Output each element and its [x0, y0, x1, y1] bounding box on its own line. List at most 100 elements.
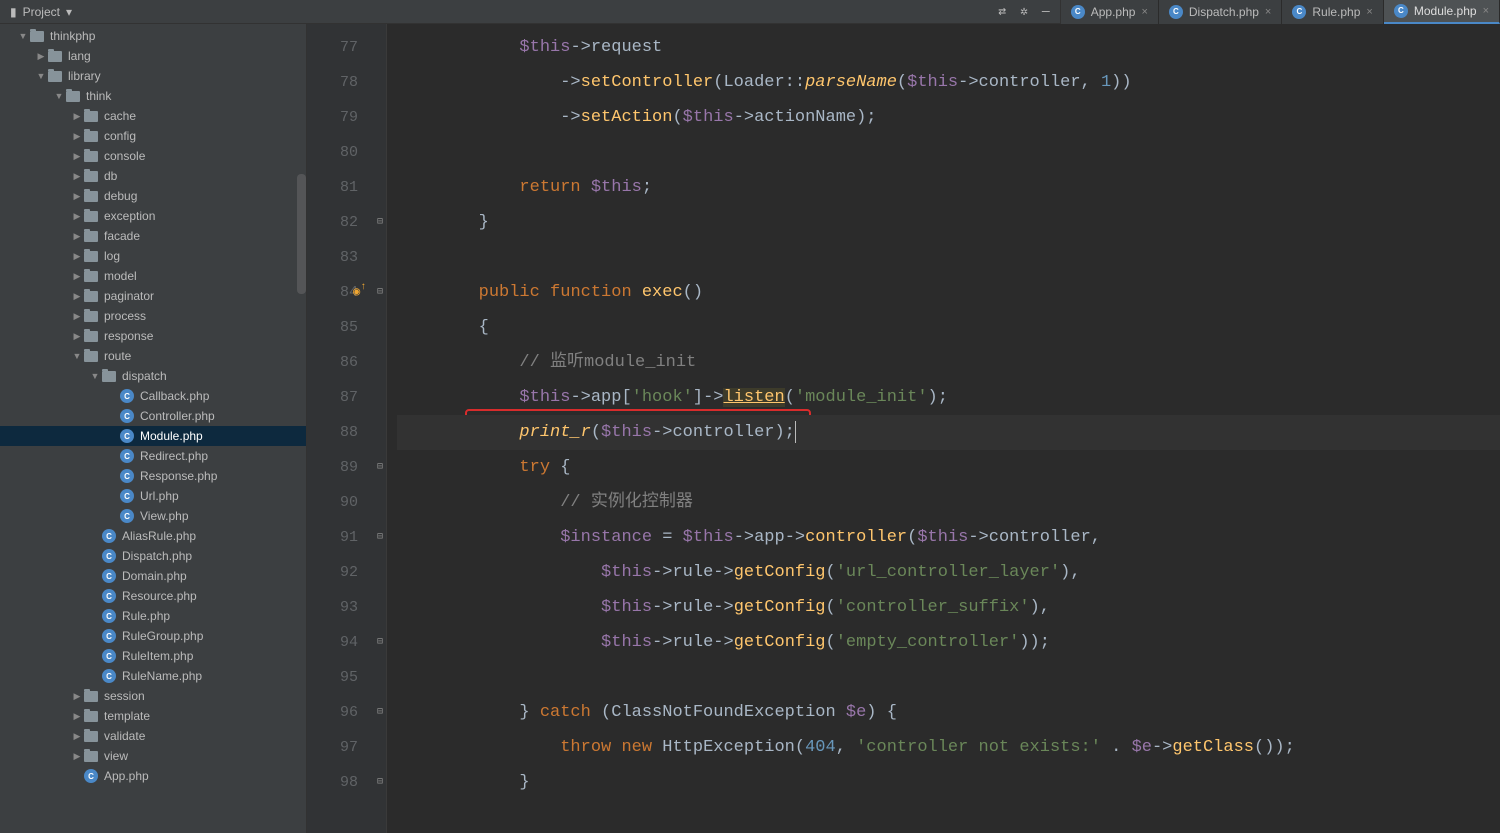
code-line[interactable]: return $this; [397, 170, 1500, 205]
code-line[interactable] [397, 135, 1500, 170]
folder-process[interactable]: ▶process [0, 306, 306, 326]
code-line[interactable]: } [397, 765, 1500, 800]
tree-arrow[interactable]: ▶ [72, 691, 82, 702]
tree-arrow[interactable]: ▼ [36, 71, 46, 81]
tree-arrow[interactable]: ▶ [72, 151, 82, 162]
code-line[interactable]: $this->rule->getConfig('controller_suffi… [397, 590, 1500, 625]
file-response-php[interactable]: CResponse.php [0, 466, 306, 486]
file-ruleitem-php[interactable]: CRuleItem.php [0, 646, 306, 666]
file-rule-php[interactable]: CRule.php [0, 606, 306, 626]
close-icon[interactable]: × [1366, 6, 1372, 18]
file-rulename-php[interactable]: CRuleName.php [0, 666, 306, 686]
code-line[interactable]: } [397, 205, 1500, 240]
tree-arrow[interactable]: ▶ [36, 51, 46, 62]
folder-config[interactable]: ▶config [0, 126, 306, 146]
folder-db[interactable]: ▶db [0, 166, 306, 186]
file-resource-php[interactable]: CResource.php [0, 586, 306, 606]
tree-arrow[interactable]: ▶ [72, 111, 82, 122]
folder-think[interactable]: ▼think [0, 86, 306, 106]
code-line[interactable]: throw new HttpException(404, 'controller… [397, 730, 1500, 765]
fold-icon[interactable]: ⊟ [377, 765, 383, 800]
code-line[interactable]: { [397, 310, 1500, 345]
fold-icon[interactable]: ⊟ [377, 205, 383, 240]
tree-arrow[interactable]: ▼ [54, 91, 64, 101]
file-redirect-php[interactable]: CRedirect.php [0, 446, 306, 466]
tree-arrow[interactable]: ▶ [72, 271, 82, 282]
folder-validate[interactable]: ▶validate [0, 726, 306, 746]
tree-arrow[interactable]: ▼ [72, 351, 82, 361]
scrollbar-thumb[interactable] [297, 174, 306, 294]
project-dropdown[interactable]: ▮ Project ▾ [0, 5, 82, 19]
file-controller-php[interactable]: CController.php [0, 406, 306, 426]
fold-icon[interactable]: ⊟ [377, 450, 383, 485]
tree-arrow[interactable]: ▶ [72, 751, 82, 762]
folder-response[interactable]: ▶response [0, 326, 306, 346]
code-line[interactable]: } catch (ClassNotFoundException $e) { [397, 695, 1500, 730]
close-icon[interactable]: × [1483, 5, 1489, 17]
tab-app-php[interactable]: CApp.php× [1061, 0, 1159, 24]
folder-route[interactable]: ▼route [0, 346, 306, 366]
scroll-from-source-icon[interactable]: ⇄ [998, 4, 1006, 19]
tab-dispatch-php[interactable]: CDispatch.php× [1159, 0, 1282, 24]
fold-icon[interactable]: ⊟ [377, 695, 383, 730]
tree-arrow[interactable]: ▶ [72, 171, 82, 182]
file-domain-php[interactable]: CDomain.php [0, 566, 306, 586]
tree-arrow[interactable]: ▶ [72, 331, 82, 342]
tree-arrow[interactable]: ▶ [72, 191, 82, 202]
tree-arrow[interactable]: ▶ [72, 211, 82, 222]
file-aliasrule-php[interactable]: CAliasRule.php [0, 526, 306, 546]
tab-module-php[interactable]: CModule.php× [1384, 0, 1500, 24]
code-line[interactable]: ->setAction($this->actionName); [397, 100, 1500, 135]
folder-lang[interactable]: ▶lang [0, 46, 306, 66]
folder-template[interactable]: ▶template [0, 706, 306, 726]
code-line[interactable] [397, 240, 1500, 275]
file-url-php[interactable]: CUrl.php [0, 486, 306, 506]
fold-icon[interactable]: ⊟ [377, 520, 383, 555]
fold-icon[interactable]: ⊟ [377, 275, 383, 310]
code-line[interactable]: $this->rule->getConfig('empty_controller… [397, 625, 1500, 660]
project-sidebar[interactable]: ▼thinkphp▶lang▼library▼think▶cache▶confi… [0, 24, 307, 833]
file-module-php[interactable]: CModule.php [0, 426, 306, 446]
code-line[interactable]: print_r($this->controller); [397, 415, 1500, 450]
tree-arrow[interactable]: ▶ [72, 711, 82, 722]
folder-view[interactable]: ▶view [0, 746, 306, 766]
close-icon[interactable]: × [1141, 6, 1147, 18]
folder-dispatch[interactable]: ▼dispatch [0, 366, 306, 386]
folder-library[interactable]: ▼library [0, 66, 306, 86]
code-area[interactable]: $this->request ->setController(Loader::p… [387, 24, 1500, 833]
code-line[interactable]: $this->rule->getConfig('url_controller_l… [397, 555, 1500, 590]
file-app-php[interactable]: CApp.php [0, 766, 306, 786]
folder-session[interactable]: ▶session [0, 686, 306, 706]
folder-paginator[interactable]: ▶paginator [0, 286, 306, 306]
code-line[interactable]: // 监听module_init [397, 345, 1500, 380]
tree-arrow[interactable]: ▶ [72, 291, 82, 302]
tab-rule-php[interactable]: CRule.php× [1282, 0, 1383, 24]
tree-arrow[interactable]: ▶ [72, 311, 82, 322]
folder-cache[interactable]: ▶cache [0, 106, 306, 126]
folder-console[interactable]: ▶console [0, 146, 306, 166]
code-line[interactable]: // 实例化控制器 [397, 485, 1500, 520]
code-editor[interactable]: 777879808182⊟8384◉↑⊟8586878889⊟9091⊟9293… [307, 24, 1500, 833]
folder-exception[interactable]: ▶exception [0, 206, 306, 226]
code-line[interactable]: try { [397, 450, 1500, 485]
folder-log[interactable]: ▶log [0, 246, 306, 266]
tree-arrow[interactable]: ▶ [72, 731, 82, 742]
file-rulegroup-php[interactable]: CRuleGroup.php [0, 626, 306, 646]
code-line[interactable]: $this->app['hook']->listen('module_init'… [397, 380, 1500, 415]
code-line[interactable]: ->setController(Loader::parseName($this-… [397, 65, 1500, 100]
tree-arrow[interactable]: ▶ [72, 231, 82, 242]
minimize-icon[interactable]: — [1042, 4, 1050, 19]
code-line[interactable]: $instance = $this->app->controller($this… [397, 520, 1500, 555]
tree-arrow[interactable]: ▼ [90, 371, 100, 381]
file-view-php[interactable]: CView.php [0, 506, 306, 526]
file-callback-php[interactable]: CCallback.php [0, 386, 306, 406]
code-line[interactable]: public function exec() [397, 275, 1500, 310]
folder-facade[interactable]: ▶facade [0, 226, 306, 246]
tree-arrow[interactable]: ▼ [18, 31, 28, 41]
folder-model[interactable]: ▶model [0, 266, 306, 286]
file-dispatch-php[interactable]: CDispatch.php [0, 546, 306, 566]
code-line[interactable] [397, 660, 1500, 695]
gear-icon[interactable]: ✲ [1020, 4, 1028, 19]
close-icon[interactable]: × [1265, 6, 1271, 18]
code-line[interactable]: $this->request [397, 30, 1500, 65]
